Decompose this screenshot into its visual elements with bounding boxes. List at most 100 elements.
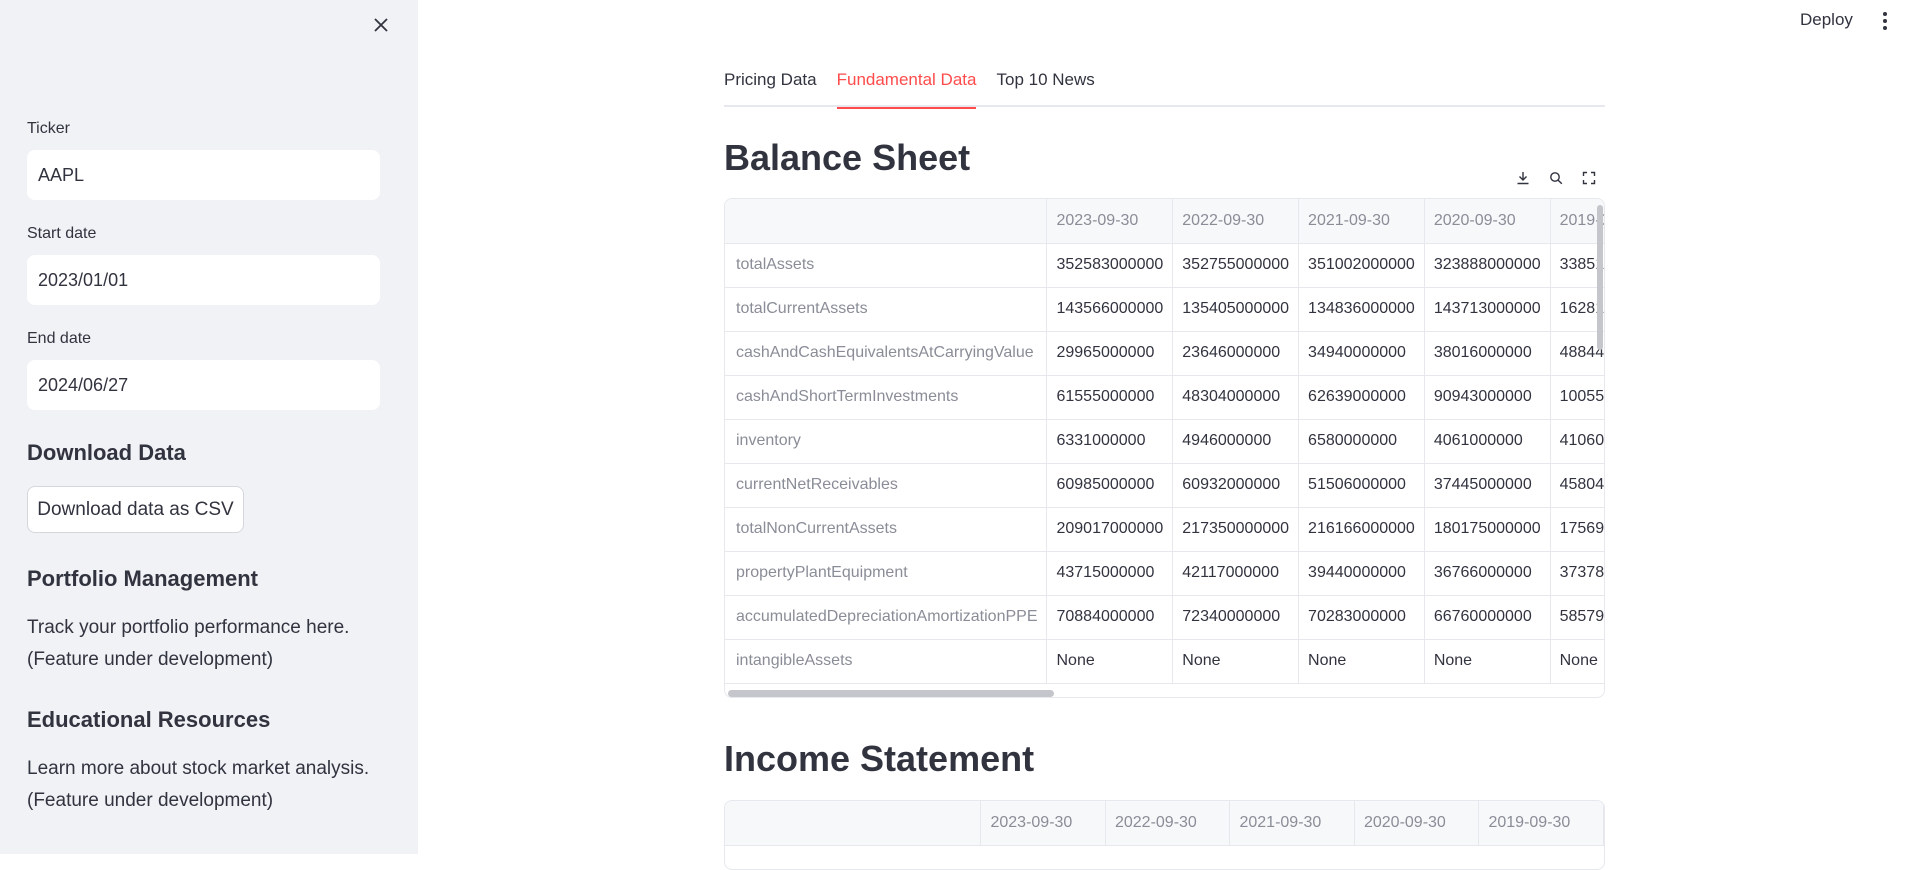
table-toolbar <box>1507 164 1605 192</box>
table-cell[interactable]: 90943000000 <box>1424 375 1551 420</box>
table-cell[interactable]: 135405000000 <box>1172 287 1300 332</box>
table-cell[interactable]: 23646000000 <box>1172 331 1300 376</box>
column-header[interactable]: 2023-09-30 <box>980 801 1106 846</box>
row-header-cell[interactable]: accumulatedDepreciationAmortizationPPE <box>725 595 1048 640</box>
column-header[interactable]: 2023-09-30 <box>1046 199 1174 244</box>
table-cell[interactable]: 323888000000 <box>1424 243 1551 288</box>
row-header-cell[interactable]: propertyPlantEquipment <box>725 551 1048 596</box>
table-cell[interactable]: None <box>1550 639 1604 684</box>
table-cell[interactable]: 45804000000 <box>1550 463 1604 508</box>
table-cell[interactable]: 6580000000 <box>1298 419 1425 464</box>
table-row: totalAssets 352583000000 352755000000 35100… <box>725 243 1604 288</box>
table-cell[interactable]: 60932000000 <box>1172 463 1300 508</box>
column-header[interactable]: 2020-09-30 <box>1424 199 1551 244</box>
table-cell[interactable]: 6331000000 <box>1046 419 1174 464</box>
table-cell[interactable]: 38016000000 <box>1424 331 1551 376</box>
table-cell[interactable]: 34940000000 <box>1298 331 1425 376</box>
education-heading: Educational Resources <box>27 707 271 732</box>
table-cell[interactable]: 37445000000 <box>1424 463 1551 508</box>
table-cell[interactable]: None <box>1298 639 1425 684</box>
table-cell[interactable]: 351002000000 <box>1298 243 1425 288</box>
table-cell[interactable]: 39440000000 <box>1298 551 1425 596</box>
income-statement-table[interactable]: 2023-09-30 2022-09-30 2021-09-30 2020-09… <box>724 800 1605 870</box>
table-cell[interactable]: None <box>1424 639 1551 684</box>
table-cell[interactable]: 48304000000 <box>1172 375 1300 420</box>
row-header-cell[interactable]: totalCurrentAssets <box>725 287 1048 332</box>
ticker-input[interactable]: AAPL <box>27 150 380 200</box>
portfolio-text-2: (Feature under development) <box>27 649 274 670</box>
table-cell[interactable]: 4106000000 <box>1550 419 1604 464</box>
end-date-label: End date <box>27 330 92 347</box>
sidebar: Ticker AAPL Start date 2023/01/01 End da… <box>0 0 418 854</box>
table-cell[interactable]: 43715000000 <box>1046 551 1174 596</box>
balance-sheet-table[interactable]: 2023-09-30 2022-09-30 2021-09-30 2020-09… <box>724 198 1605 698</box>
main-menu-icon[interactable] <box>1881 12 1889 32</box>
table-cell[interactable]: 180175000000 <box>1424 507 1551 552</box>
education-text-2: (Feature under development) <box>27 790 274 811</box>
table-cell[interactable]: 62639000000 <box>1298 375 1425 420</box>
table-cell[interactable]: 134836000000 <box>1298 287 1425 332</box>
download-icon[interactable] <box>1513 168 1533 188</box>
table-cell[interactable]: 61555000000 <box>1046 375 1174 420</box>
table-cell[interactable]: None <box>1046 639 1174 684</box>
table-cell[interactable]: 70884000000 <box>1046 595 1174 640</box>
horizontal-scrollbar[interactable] <box>728 690 1054 697</box>
table-cell[interactable]: 60985000000 <box>1046 463 1174 508</box>
table-cell[interactable]: 29965000000 <box>1046 331 1174 376</box>
download-heading: Download Data <box>27 440 186 465</box>
table-cell[interactable]: 66760000000 <box>1424 595 1551 640</box>
row-header-cell[interactable]: cashAndCashEquivalentsAtCarryingValue <box>725 331 1048 376</box>
table-cell[interactable]: 4061000000 <box>1424 419 1551 464</box>
end-date-input[interactable]: 2024/06/27 <box>27 360 380 410</box>
fullscreen-icon[interactable] <box>1579 168 1599 188</box>
table-cell[interactable]: 216166000000 <box>1298 507 1425 552</box>
close-sidebar-button[interactable] <box>366 10 396 40</box>
table-cell[interactable]: None <box>1172 639 1300 684</box>
table-cell[interactable]: 143713000000 <box>1424 287 1551 332</box>
table-cell[interactable]: 352755000000 <box>1172 243 1300 288</box>
column-header[interactable]: 2021-09-30 <box>1229 801 1355 846</box>
row-header-cell[interactable]: totalAssets <box>725 243 1048 288</box>
row-header-cell[interactable]: intangibleAssets <box>725 639 1048 684</box>
table-cell[interactable]: 58579000000 <box>1550 595 1604 640</box>
table-cell[interactable]: 143566000000 <box>1046 287 1174 332</box>
table-cell[interactable]: 217350000000 <box>1172 507 1300 552</box>
table-row: cashAndCashEquivalentsAtCarryingValue 299… <box>725 331 1604 376</box>
download-csv-button[interactable]: Download data as CSV <box>27 486 244 533</box>
table-cell[interactable]: 4946000000 <box>1172 419 1300 464</box>
portfolio-heading: Portfolio Management <box>27 566 259 591</box>
table-row: accumulatedDepreciationAmortizationPPE 70… <box>725 595 1604 640</box>
table-cell[interactable]: 36766000000 <box>1424 551 1551 596</box>
row-header-cell[interactable]: inventory <box>725 419 1048 464</box>
table-cell[interactable]: 42117000000 <box>1172 551 1300 596</box>
table-row: inventory 6331000000 4946000000 6580000000 4… <box>725 419 1604 464</box>
tab-fundamental-data[interactable]: Fundamental Data <box>836 60 976 109</box>
table-cell[interactable]: 352583000000 <box>1046 243 1174 288</box>
row-header-cell[interactable]: currentNetReceivables <box>725 463 1048 508</box>
row-header-cell[interactable]: cashAndShortTermInvestments <box>725 375 1048 420</box>
table-cell[interactable]: 209017000000 <box>1046 507 1174 552</box>
table-cell[interactable]: 37378000000 <box>1550 551 1604 596</box>
tab-top-10-news[interactable]: Top 10 News <box>996 60 1094 107</box>
column-header[interactable]: 2022-09-30 <box>1172 199 1300 244</box>
tab-pricing-data[interactable]: Pricing Data <box>724 60 817 107</box>
column-header[interactable]: 2021-09-30 <box>1298 199 1425 244</box>
search-icon[interactable] <box>1546 168 1566 188</box>
vertical-scrollbar[interactable] <box>1597 205 1603 350</box>
table-header-row: 2023-09-30 2022-09-30 2021-09-30 2020-09… <box>725 199 1604 244</box>
start-date-label: Start date <box>27 225 97 242</box>
corner-header-cell <box>725 199 1048 244</box>
deploy-button[interactable]: Deploy <box>1800 10 1853 30</box>
table-row: currentNetReceivables 60985000000 60932000… <box>725 463 1604 508</box>
row-header-cell[interactable]: totalNonCurrentAssets <box>725 507 1048 552</box>
table-cell[interactable]: 51506000000 <box>1298 463 1425 508</box>
table-cell[interactable]: 100557000000 <box>1550 375 1604 420</box>
column-header[interactable]: 2020-09-30 <box>1354 801 1480 846</box>
table-cell[interactable]: 70283000000 <box>1298 595 1425 640</box>
start-date-input[interactable]: 2023/01/01 <box>27 255 380 305</box>
table-cell[interactable]: 72340000000 <box>1172 595 1300 640</box>
table-cell[interactable]: 175697000000 <box>1550 507 1604 552</box>
ticker-label: Ticker <box>27 120 70 137</box>
column-header[interactable]: 2019-09-30 <box>1478 801 1604 846</box>
column-header[interactable]: 2022-09-30 <box>1105 801 1231 846</box>
